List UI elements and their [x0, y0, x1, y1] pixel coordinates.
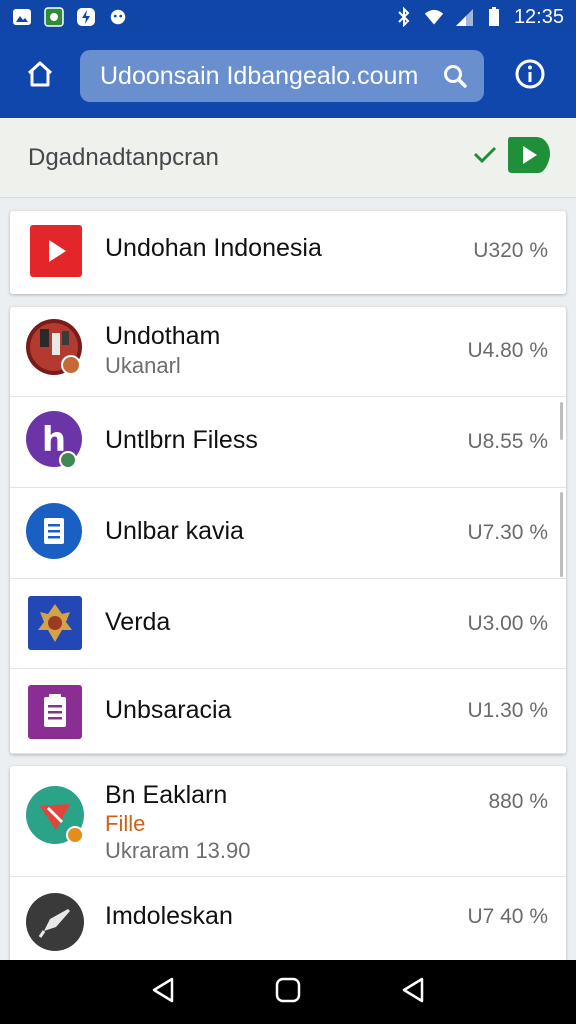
navigation-bar [0, 960, 576, 1024]
info-icon [514, 58, 546, 95]
youtube-icon [30, 225, 82, 277]
nav-home-icon [275, 977, 301, 1008]
photos-icon [12, 7, 32, 27]
row-value: U7.30 % [467, 521, 548, 544]
promo-banner[interactable]: Dgadnadtanpcran [0, 118, 576, 198]
battery-icon [484, 7, 504, 27]
row-value: U8.55 % [467, 430, 548, 453]
row-accent-label: Fille [105, 811, 146, 836]
row-value: U3.00 % [467, 612, 548, 635]
emblem-app-icon [28, 596, 82, 650]
row-value: U320 % [473, 239, 548, 262]
nav-home-button[interactable] [268, 972, 308, 1012]
signal-icon [454, 7, 474, 27]
row-value: U1.30 % [467, 699, 548, 722]
row-title: Verda [105, 608, 171, 636]
back-icon [150, 976, 176, 1009]
list-item[interactable]: Undohan Indonesia U320 % [10, 211, 566, 294]
top-result-card: Undohan Indonesia U320 % [10, 211, 566, 294]
row-value: U4.80 % [467, 339, 548, 362]
row-title: Imdoleskan [105, 902, 233, 930]
list-item[interactable]: Unbsaracia U1.30 % [10, 669, 566, 754]
row-subtitle: Ukraram 13.90 [105, 838, 251, 863]
clipboard-app-icon [28, 685, 82, 739]
flag-app-icon [26, 786, 88, 848]
face-icon [108, 7, 128, 27]
info-button[interactable] [484, 34, 576, 118]
row-title: Undohan Indonesia [105, 234, 322, 262]
avatar-photo-icon [26, 319, 82, 375]
banner-text: Dgadnadtanpcran [28, 143, 219, 171]
search-input[interactable]: Udoonsain Idbangealo.coum [100, 62, 440, 91]
wifi-icon [424, 7, 444, 27]
row-title: Undotham [105, 322, 221, 350]
scrollbar-thumb[interactable] [560, 492, 563, 577]
document-app-icon [26, 503, 82, 559]
row-value: U7 40 % [467, 905, 548, 928]
list-item[interactable]: Bn Eaklarn Fille Ukraram 13.90 880 % [10, 766, 566, 877]
bluetooth-icon [394, 7, 414, 27]
scrollbar-thumb-upper[interactable] [560, 402, 563, 440]
rocket-app-icon [26, 893, 86, 953]
check-icon [472, 145, 498, 170]
row-subtitle: Ukanarl [105, 353, 181, 378]
row-title: Bn Eaklarn [105, 781, 228, 809]
status-time: 12:35 [513, 5, 564, 28]
more-results-card: Bn Eaklarn Fille Ukraram 13.90 880 % Imd… [10, 766, 566, 966]
bolt-icon [76, 7, 96, 27]
list-item[interactable]: Undotham Ukanarl U4.80 % [10, 307, 566, 397]
row-title: Unlbar kavia [105, 517, 244, 545]
status-bar: 12:35 [0, 0, 576, 34]
home-button[interactable] [0, 34, 80, 118]
list-item[interactable]: h Untlbrn Filess U8.55 % [10, 397, 566, 488]
row-title: Untlbrn Filess [105, 426, 258, 454]
recents-button[interactable] [393, 972, 433, 1012]
results-card: Undotham Ukanarl U4.80 % h Untlbrn Files… [10, 307, 566, 754]
play-badge-icon[interactable] [504, 133, 552, 182]
search-icon[interactable] [440, 61, 470, 91]
list-item[interactable]: Imdoleskan U7 40 % [10, 877, 566, 966]
android-app-icon [44, 7, 64, 27]
row-value: 880 % [488, 790, 548, 813]
recents-icon [400, 976, 426, 1009]
row-title: Unbsaracia [105, 696, 232, 724]
back-button[interactable] [143, 972, 183, 1012]
list-item[interactable]: Unlbar kavia U7.30 % [10, 488, 566, 579]
home-icon [25, 59, 55, 94]
list-item[interactable]: Verda U3.00 % [10, 579, 566, 669]
search-field[interactable]: Udoonsain Idbangealo.coum [80, 50, 484, 102]
app-bar: Udoonsain Idbangealo.coum [0, 34, 576, 118]
h-letter-app-icon: h [26, 411, 82, 469]
